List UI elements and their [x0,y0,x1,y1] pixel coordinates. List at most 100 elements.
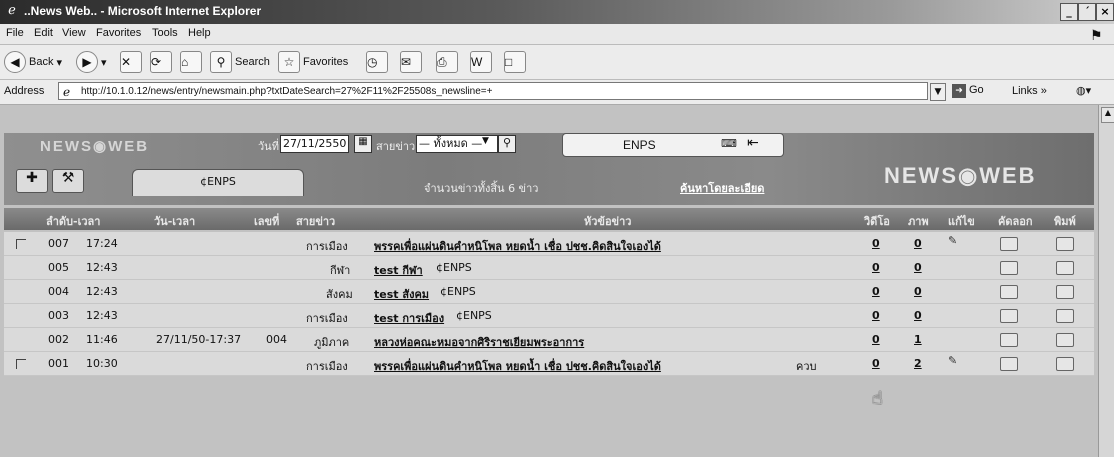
history-icon[interactable]: ◷ [366,51,388,73]
photo-count[interactable]: 1 [914,333,922,346]
toolbar: ◀ Back ▾ ▶ ▾ ✕ ⟳ ⌂ ⚲ Search ☆ Favorites ◷ … [0,45,1114,80]
copy-icon[interactable] [1000,285,1018,299]
links-button[interactable]: Links » [1012,85,1047,97]
window-title: ..News Web.. - Microsoft Internet Explor… [24,4,262,18]
search-icon[interactable]: ⚲ [498,135,516,153]
row-checkbox[interactable] [16,359,26,369]
add-icon[interactable]: ✚ [16,169,48,193]
select-arrow-icon[interactable]: ▼ [482,136,489,146]
pencil-icon[interactable]: ✎ [948,234,957,247]
go-button[interactable]: ➜ Go [952,84,984,98]
favorites-button[interactable]: ☆ Favorites [278,51,348,73]
table-header: ลำดับ-เวลา วัน-เวลา เลขที่ สายข่าว หัวข้… [4,208,1094,230]
menu-file[interactable]: File [6,27,24,39]
enps-tag: ¢ENPS [440,285,476,298]
address-label: Address [4,85,45,97]
copy-icon[interactable] [1000,237,1018,251]
status-tag: ควบ [796,360,817,373]
col-number: เลขที่ [254,215,280,228]
address-dropdown-icon[interactable]: ▼ [930,83,946,101]
stop-icon[interactable]: ✕ [120,51,142,73]
photo-count[interactable]: 2 [914,357,922,370]
go-arrow-icon: ➜ [952,84,966,98]
menu-edit[interactable]: Edit [34,27,53,39]
close-button[interactable]: × [1096,3,1114,21]
extension-icon[interactable]: ◍▾ [1076,84,1091,97]
print-icon[interactable] [1056,285,1074,299]
headline-link[interactable]: test สังคม [374,285,429,303]
tools-icon[interactable]: ⚒ [52,169,84,193]
tab-enps[interactable]: ¢ENPS [132,169,304,196]
advanced-search-link[interactable]: ค้นหาโดยละเอียด [680,179,764,197]
print-icon[interactable] [1056,261,1074,275]
headline-link[interactable]: test กีฬา [374,261,423,279]
refresh-icon[interactable]: ⟳ [150,51,172,73]
headline-link[interactable]: พรรคเพื่อแผ่นดินคำหนิโพล หยดน้ำ เชื่อ ปช… [374,237,661,255]
search-button[interactable]: ⚲ Search [210,51,270,73]
headline-link[interactable]: test การเมือง [374,309,444,327]
video-count[interactable]: 0 [872,333,880,346]
site-logo-left: NEWS◉WEB [40,138,150,155]
photo-count[interactable]: 0 [914,237,922,250]
vertical-scrollbar[interactable]: ▲ [1098,105,1114,457]
copy-icon[interactable] [1000,333,1018,347]
date-input[interactable]: 27/11/2550 [280,135,350,153]
restore-button[interactable]: ´ [1078,3,1096,21]
photo-count[interactable]: 0 [914,261,922,274]
print-icon[interactable] [1056,237,1074,251]
col-headline: หัวข้อข่าว [584,215,632,228]
star-icon: ☆ [278,51,300,73]
address-input[interactable]: ℯ http://10.1.0.12/news/entry/newsmain.p… [58,82,928,100]
col-line: สายข่าว [296,215,336,228]
video-count[interactable]: 0 [872,237,880,250]
headline-link[interactable]: พรรคเพื่อแผ่นดินคำหนิโพล หยดน้ำ เชื่อ ปช… [374,357,661,375]
keyboard-icon[interactable]: ⌨ [721,137,737,150]
col-seq-time: ลำดับ-เวลา [46,215,101,228]
menu-favorites[interactable]: Favorites [96,27,141,39]
news-count: จำนวนข่าวทั้งสิ้น 6 ข่าว [424,182,539,195]
logout-icon[interactable]: ⇤ [747,135,759,151]
forward-arrow-icon: ▶ [76,51,98,73]
date-label: วันที่ [258,140,279,153]
headline-link[interactable]: หลวงห่อคณะหมอจากศิริราชเยียมพระอาการ [374,333,584,351]
menu-help[interactable]: Help [188,27,211,39]
col-datetime: วัน-เวลา [154,215,196,228]
enps-tag: ¢ENPS [436,261,472,274]
back-button[interactable]: ◀ Back ▾ [4,51,62,73]
video-count[interactable]: 0 [872,309,880,322]
video-count[interactable]: 0 [872,357,880,370]
print-icon[interactable] [1056,357,1074,371]
print-icon[interactable] [1056,333,1074,347]
table-row: 007 17:24 การเมือง พรรคเพื่อแผ่นดินคำหนิ… [4,232,1094,256]
site-banner: NEWS◉WEB วันที่ 27/11/2550 ▦ สายข่าว — ท… [4,133,1094,205]
print-icon[interactable] [1056,309,1074,323]
messenger-icon[interactable]: □ [504,51,526,73]
scroll-up-icon[interactable]: ▲ [1101,107,1114,123]
pencil-icon[interactable]: ✎ [948,354,957,367]
forward-button[interactable]: ▶ ▾ [76,51,107,73]
copy-icon[interactable] [1000,357,1018,371]
hand-cursor-icon: ☝ [872,388,883,409]
video-count[interactable]: 0 [872,285,880,298]
calendar-icon[interactable]: ▦ [354,135,372,153]
home-icon[interactable]: ⌂ [180,51,202,73]
print-icon[interactable]: ⎙ [436,51,458,73]
copy-icon[interactable] [1000,261,1018,275]
copy-icon[interactable] [1000,309,1018,323]
menu-tools[interactable]: Tools [152,27,178,39]
photo-count[interactable]: 0 [914,309,922,322]
edit-icon[interactable]: W [470,51,492,73]
dropdown-arrow-icon: ▾ [56,56,62,69]
site-logo-right: NEWS◉WEB [884,163,1037,188]
video-count[interactable]: 0 [872,261,880,274]
table-row: 002 11:46 27/11/50-17:37 004 ภูมิภาค หลว… [4,328,1094,352]
photo-count[interactable]: 0 [914,285,922,298]
address-bar: Address ℯ http://10.1.0.12/news/entry/ne… [0,80,1114,105]
minimize-button[interactable]: _ [1060,3,1078,21]
menu-bar: File Edit View Favorites Tools Help ⚑ [0,24,1114,45]
row-checkbox[interactable] [16,239,26,249]
col-print: พิมพ์ [1054,215,1076,228]
windows-logo-icon: ⚑ [1090,27,1103,43]
menu-view[interactable]: View [62,27,86,39]
mail-icon[interactable]: ✉ [400,51,422,73]
